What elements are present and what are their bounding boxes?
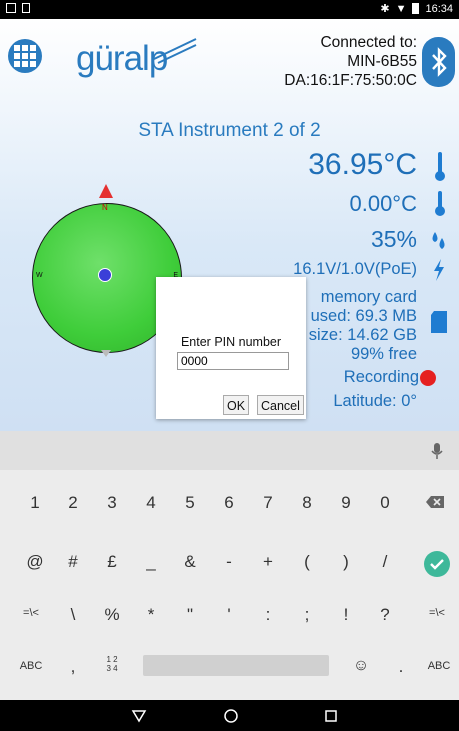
key-period[interactable]: .	[386, 657, 416, 677]
key-colon[interactable]: :	[253, 605, 283, 625]
key-2[interactable]: 2	[58, 493, 88, 513]
key-numpad[interactable]: 1 23 4	[97, 655, 127, 673]
key-0[interactable]: 0	[370, 493, 400, 513]
back-icon[interactable]	[131, 709, 147, 723]
humidity-drops-icon	[432, 232, 445, 249]
key-6[interactable]: 6	[214, 493, 244, 513]
key-7[interactable]: 7	[253, 493, 283, 513]
key-percent[interactable]: %	[97, 605, 127, 625]
key-semicolon[interactable]: ;	[292, 605, 322, 625]
bluetooth-icon	[431, 47, 447, 77]
home-icon[interactable]	[223, 708, 239, 724]
compass-west-label: W	[36, 272, 43, 279]
pin-input[interactable]	[177, 352, 289, 370]
key-symbols-toggle-right[interactable]: =\<	[422, 607, 452, 619]
wifi-icon: ▼	[395, 2, 407, 15]
emoji-icon[interactable]: ☺	[346, 657, 376, 675]
thermometer-icon	[435, 191, 445, 216]
connection-info: Connected to: MIN-6B55 DA:16:1F:75:50:0C	[284, 33, 417, 90]
battery-icon	[412, 3, 420, 14]
status-bar: ✱ ▼ 16:34	[0, 0, 459, 19]
key-pound[interactable]: £	[97, 552, 127, 572]
image-icon	[6, 3, 16, 13]
key-hash[interactable]: #	[58, 552, 88, 572]
key-abc-right[interactable]: ABC	[424, 660, 454, 672]
key-1[interactable]: 1	[20, 493, 50, 513]
sim-icon	[22, 3, 30, 13]
memory-size: size: 14.62 GB	[308, 326, 417, 344]
key-backslash[interactable]: \	[58, 605, 88, 625]
device-name: MIN-6B55	[347, 53, 417, 70]
key-plus[interactable]: +	[253, 552, 283, 572]
cancel-button[interactable]: Cancel	[257, 395, 304, 415]
menu-grid-button[interactable]	[8, 39, 42, 73]
key-asterisk[interactable]: *	[136, 605, 166, 625]
key-comma[interactable]: ,	[58, 657, 88, 677]
key-9[interactable]: 9	[331, 493, 361, 513]
memory-used: used: 69.3 MB	[310, 307, 417, 325]
temperature-2: 0.00°C	[349, 191, 417, 216]
checkmark-icon	[430, 559, 444, 570]
sd-card-icon	[431, 311, 447, 333]
key-question[interactable]: ?	[370, 605, 400, 625]
key-slash[interactable]: /	[370, 552, 400, 572]
key-ampersand[interactable]: &	[175, 552, 205, 572]
connection-label: Connected to:	[320, 34, 417, 51]
key-exclamation[interactable]: !	[331, 605, 361, 625]
app-screen: güralp Connected to: MIN-6B55 DA:16:1F:7…	[0, 19, 459, 431]
key-underscore[interactable]: _	[136, 552, 166, 572]
recording-status: Recording	[343, 368, 419, 386]
soft-keyboard: 1 2 3 4 5 6 7 8 9 0 @ # £ _ & - + ( ) / …	[0, 431, 459, 700]
done-button[interactable]	[424, 551, 450, 577]
backspace-icon[interactable]	[425, 495, 445, 509]
key-abc-left[interactable]: ABC	[16, 660, 46, 672]
key-at[interactable]: @	[20, 552, 50, 572]
logo-swoosh-icon	[153, 38, 197, 64]
key-single-quote[interactable]: '	[214, 605, 244, 625]
navigation-bar	[0, 700, 459, 731]
power-value: 16.1V/1.0V(PoE)	[293, 260, 417, 278]
memory-free: 99% free	[350, 345, 417, 363]
temperature-1: 36.95°C	[308, 148, 417, 181]
lightning-icon	[434, 259, 444, 281]
space-bar[interactable]	[143, 655, 329, 676]
key-3[interactable]: 3	[97, 493, 127, 513]
key-minus[interactable]: -	[214, 552, 244, 572]
recents-icon[interactable]	[324, 709, 338, 723]
device-address: DA:16:1F:75:50:0C	[284, 72, 417, 89]
microphone-icon[interactable]	[431, 442, 443, 460]
key-4[interactable]: 4	[136, 493, 166, 513]
memory-card-label: memory card	[320, 288, 417, 306]
key-5[interactable]: 5	[175, 493, 205, 513]
key-symbols-toggle[interactable]: =\<	[16, 607, 46, 619]
bubble-level-dot	[98, 268, 112, 282]
humidity-value: 35%	[370, 226, 417, 252]
pin-dialog-label: Enter PIN number	[180, 335, 282, 349]
key-8[interactable]: 8	[292, 493, 322, 513]
latitude-value: Latitude: 0°	[333, 392, 417, 410]
thermometer-icon	[435, 152, 445, 181]
ok-button[interactable]: OK	[223, 395, 250, 415]
key-double-quote[interactable]: "	[175, 605, 205, 625]
recording-dot-icon	[420, 370, 436, 386]
pin-dialog: Enter PIN number OK Cancel	[156, 277, 306, 419]
clock: 16:34	[425, 2, 453, 15]
compass-north-label: N	[102, 203, 108, 212]
key-open-paren[interactable]: (	[292, 552, 322, 572]
suggestion-bar	[0, 431, 459, 470]
key-close-paren[interactable]: )	[331, 552, 361, 572]
bluetooth-button[interactable]	[422, 37, 455, 87]
north-arrow-icon	[99, 184, 113, 198]
south-arrow-icon	[101, 350, 111, 357]
bluetooth-icon: ✱	[380, 3, 390, 15]
instrument-title: STA Instrument 2 of 2	[138, 120, 321, 141]
grid-icon	[14, 45, 36, 67]
